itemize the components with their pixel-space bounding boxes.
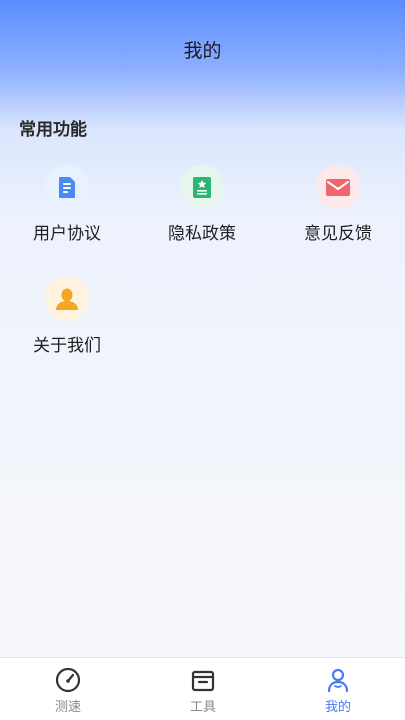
page-title: 我的 bbox=[183, 40, 222, 62]
bottom-tab-bar: 测速 工具 我的 bbox=[0, 657, 405, 720]
privacy-policy-item[interactable]: 隐私政策 bbox=[147, 165, 257, 244]
feedback-label: 意见反馈 bbox=[304, 224, 372, 244]
user-agreement-label: 用户协议 bbox=[33, 224, 101, 244]
user-icon bbox=[324, 666, 352, 694]
user-agreement-item[interactable]: 用户协议 bbox=[12, 165, 122, 244]
section-title: 常用功能 bbox=[19, 120, 87, 140]
privacy-book-icon bbox=[180, 165, 224, 209]
tab-tools[interactable]: 工具 bbox=[168, 666, 238, 715]
tab-speed-test-label: 测速 bbox=[54, 700, 81, 715]
person-icon bbox=[45, 277, 89, 321]
tab-mine-label: 我的 bbox=[324, 700, 351, 715]
about-us-item[interactable]: 关于我们 bbox=[12, 277, 122, 356]
privacy-policy-label: 隐私政策 bbox=[168, 224, 236, 244]
screen: 我的 常用功能 用户协议 隐私政策 意见反馈 关于我们 测速 工具 我的 bbox=[0, 0, 405, 720]
feedback-item[interactable]: 意见反馈 bbox=[283, 165, 393, 244]
tab-mine[interactable]: 我的 bbox=[303, 666, 373, 715]
toolbox-icon bbox=[189, 666, 217, 694]
about-us-label: 关于我们 bbox=[33, 336, 101, 356]
document-icon bbox=[45, 165, 89, 209]
mail-icon bbox=[316, 165, 360, 209]
speedometer-icon bbox=[54, 666, 82, 694]
tab-tools-label: 工具 bbox=[189, 700, 216, 715]
tab-speed-test[interactable]: 测速 bbox=[33, 666, 103, 715]
